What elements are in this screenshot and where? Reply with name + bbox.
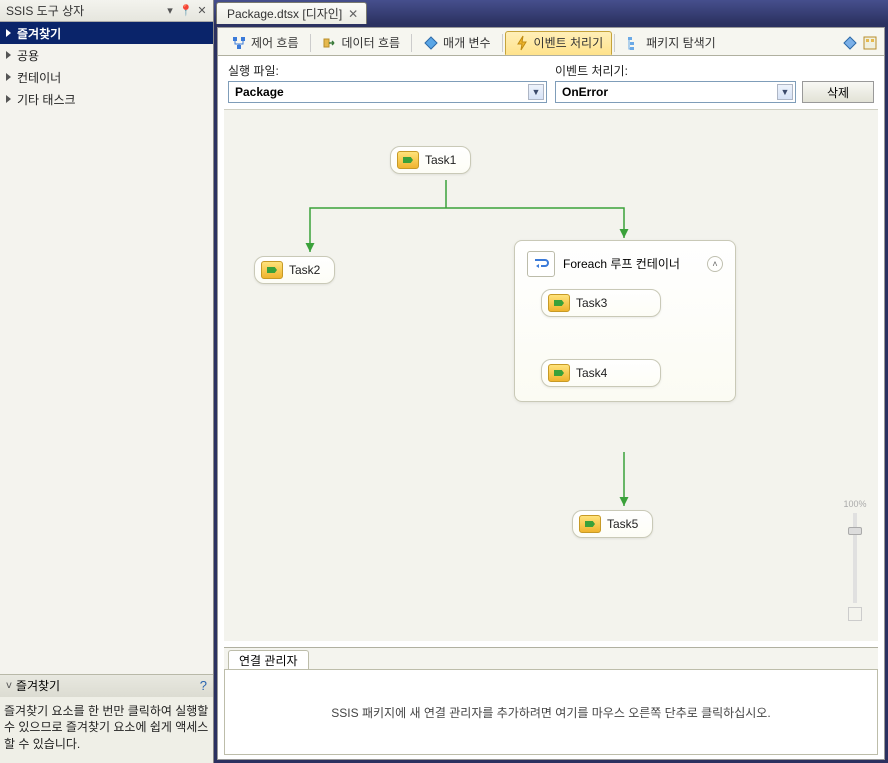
chevron-down-icon[interactable]: ⅴ bbox=[6, 680, 12, 691]
task-node-task1[interactable]: Task1 bbox=[390, 146, 471, 174]
execsql-icon bbox=[579, 515, 601, 533]
document-area: Package.dtsx [디자인] ✕ 제어 흐름 bbox=[214, 0, 888, 763]
dataflow-icon bbox=[322, 35, 338, 51]
category-container[interactable]: 컨테이너 bbox=[0, 66, 213, 88]
task-label: Task5 bbox=[607, 517, 638, 531]
tab-parameters[interactable]: 매개 변수 bbox=[414, 31, 500, 55]
chevron-right-icon bbox=[6, 51, 11, 59]
document-tab-row: Package.dtsx [디자인] ✕ bbox=[214, 0, 888, 24]
foreach-title: Foreach 루프 컨테이너 bbox=[563, 257, 699, 271]
help-icon[interactable]: ? bbox=[200, 678, 207, 693]
separator bbox=[310, 34, 311, 52]
designer-inner: 제어 흐름 데이터 흐름 매개 변수 bbox=[217, 27, 885, 760]
variables-icon[interactable] bbox=[860, 33, 880, 53]
event-icon bbox=[514, 35, 530, 51]
tab-label: 데이터 흐름 bbox=[342, 34, 401, 51]
separator bbox=[411, 34, 412, 52]
foreach-container[interactable]: Foreach 루프 컨테이너 ˄ Task3 Task4 bbox=[514, 240, 736, 402]
executable-label: 실행 파일: bbox=[228, 62, 547, 79]
handler-dropdown[interactable]: OnError ▼ bbox=[555, 81, 796, 103]
category-label: 즐겨찾기 bbox=[17, 25, 61, 42]
task-label: Task2 bbox=[289, 263, 320, 277]
favorites-info-text: 즐겨찾기 요소를 한 번만 클릭하여 실행할 수 있으므로 즐겨찾기 요소에 쉽… bbox=[0, 697, 213, 763]
document-tab[interactable]: Package.dtsx [디자인] ✕ bbox=[216, 2, 367, 24]
execsql-icon bbox=[261, 261, 283, 279]
chevron-right-icon bbox=[6, 29, 11, 37]
zoom-slider[interactable]: 100% bbox=[838, 499, 872, 621]
zoom-thumb[interactable] bbox=[848, 527, 862, 535]
close-icon[interactable]: ✕ bbox=[195, 4, 209, 18]
task-node-task4[interactable]: Task4 bbox=[541, 359, 661, 387]
chevron-right-icon bbox=[6, 95, 11, 103]
favorites-info-header: ⅴ 즐겨찾기 ? bbox=[0, 675, 213, 697]
handler-value: OnError bbox=[562, 85, 608, 99]
close-icon[interactable]: ✕ bbox=[348, 7, 358, 21]
conn-tab-label: 연결 관리자 bbox=[239, 652, 298, 669]
execsql-icon bbox=[397, 151, 419, 169]
task-label: Task1 bbox=[425, 153, 456, 167]
event-handler-selector-row: 실행 파일: Package ▼ 이벤트 처리기: OnError ▼ bbox=[218, 56, 884, 105]
delete-button[interactable]: 삭제 bbox=[802, 81, 874, 103]
connection-manager-body[interactable]: SSIS 패키지에 새 연결 관리자를 추가하려면 여기를 마우스 오른쪽 단추… bbox=[224, 669, 878, 755]
chevron-down-icon: ▼ bbox=[528, 84, 544, 100]
separator bbox=[614, 34, 615, 52]
chevron-down-icon: ▼ bbox=[777, 84, 793, 100]
connection-manager-tab[interactable]: 연결 관리자 bbox=[228, 650, 309, 670]
design-tab-strip: 제어 흐름 데이터 흐름 매개 변수 bbox=[218, 28, 884, 56]
ssis-designer-root: SSIS 도구 상자 ▾ 📍 ✕ 즐겨찾기 공용 컨테이너 기타 bbox=[0, 0, 888, 763]
toolbox-panel: SSIS 도구 상자 ▾ 📍 ✕ 즐겨찾기 공용 컨테이너 기타 bbox=[0, 0, 214, 763]
toolbox-toggle-icon[interactable] bbox=[840, 33, 860, 53]
handler-label: 이벤트 처리기: bbox=[555, 62, 874, 79]
tab-control-flow[interactable]: 제어 흐름 bbox=[222, 31, 308, 55]
zoom-fit-icon[interactable] bbox=[848, 607, 862, 621]
toolbox-titlebar: SSIS 도구 상자 ▾ 📍 ✕ bbox=[0, 0, 213, 22]
tab-data-flow[interactable]: 데이터 흐름 bbox=[313, 31, 410, 55]
controlflow-icon bbox=[231, 35, 247, 51]
category-label: 컨테이너 bbox=[17, 69, 61, 86]
executable-dropdown[interactable]: Package ▼ bbox=[228, 81, 547, 103]
delete-label: 삭제 bbox=[827, 84, 849, 101]
zoom-track[interactable] bbox=[853, 513, 857, 603]
tab-label: 패키지 탐색기 bbox=[646, 34, 716, 51]
category-label: 공용 bbox=[17, 47, 39, 64]
document-tab-label: Package.dtsx [디자인] bbox=[227, 5, 342, 22]
dropdown-icon[interactable]: ▾ bbox=[163, 4, 177, 18]
favorites-info-panel: ⅴ 즐겨찾기 ? 즐겨찾기 요소를 한 번만 클릭하여 실행할 수 있으므로 즐… bbox=[0, 674, 213, 763]
executable-value: Package bbox=[235, 85, 284, 99]
category-favorites[interactable]: 즐겨찾기 bbox=[0, 22, 213, 44]
category-label: 기타 태스크 bbox=[17, 91, 76, 108]
task-node-task5[interactable]: Task5 bbox=[572, 510, 653, 538]
task-label: Task4 bbox=[576, 366, 607, 380]
foreach-icon bbox=[527, 251, 555, 277]
chevron-right-icon bbox=[6, 73, 11, 81]
pin-icon[interactable]: 📍 bbox=[179, 4, 193, 18]
separator bbox=[502, 34, 503, 52]
zoom-percent: 100% bbox=[843, 499, 866, 509]
connection-manager-panel: 연결 관리자 SSIS 패키지에 새 연결 관리자를 추가하려면 여기를 마우스… bbox=[224, 647, 878, 755]
tab-label: 이벤트 처리기 bbox=[534, 34, 604, 51]
designer-wrap: 제어 흐름 데이터 흐름 매개 변수 bbox=[214, 24, 888, 763]
category-other-tasks[interactable]: 기타 태스크 bbox=[0, 88, 213, 110]
toolbox-title: SSIS 도구 상자 bbox=[6, 2, 84, 19]
category-common[interactable]: 공용 bbox=[0, 44, 213, 66]
toolbox-body: 즐겨찾기 공용 컨테이너 기타 태스크 bbox=[0, 22, 213, 674]
conn-hint: SSIS 패키지에 새 연결 관리자를 추가하려면 여기를 마우스 오른쪽 단추… bbox=[331, 704, 770, 721]
task-label: Task3 bbox=[576, 296, 607, 310]
favorites-info-title: 즐겨찾기 bbox=[16, 677, 60, 694]
tab-label: 매개 변수 bbox=[443, 34, 491, 51]
parameters-icon bbox=[423, 35, 439, 51]
tab-label: 제어 흐름 bbox=[251, 34, 299, 51]
tab-package-explorer[interactable]: 패키지 탐색기 bbox=[617, 31, 725, 55]
explorer-icon bbox=[626, 35, 642, 51]
tab-event-handlers[interactable]: 이벤트 처리기 bbox=[505, 31, 613, 55]
task-node-task3[interactable]: Task3 bbox=[541, 289, 661, 317]
collapse-icon[interactable]: ˄ bbox=[707, 256, 723, 272]
execsql-icon bbox=[548, 294, 570, 312]
task-node-task2[interactable]: Task2 bbox=[254, 256, 335, 284]
design-canvas[interactable]: Task1 Task2 Foreach 루프 컨테이너 ˄ bbox=[224, 109, 878, 641]
execsql-icon bbox=[548, 364, 570, 382]
